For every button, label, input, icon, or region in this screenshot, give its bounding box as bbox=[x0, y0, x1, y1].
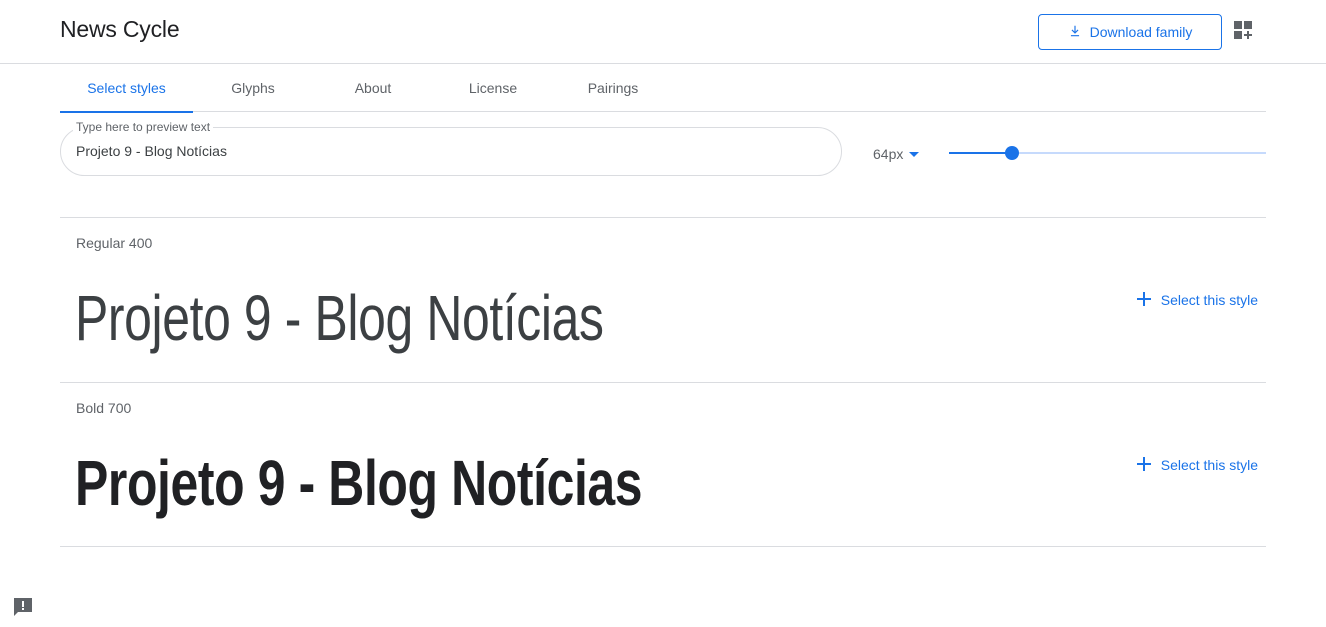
feedback-icon[interactable] bbox=[12, 596, 34, 618]
tab-pairings[interactable]: Pairings bbox=[553, 64, 673, 112]
style-sample-text: Projeto 9 - Blog Notícias bbox=[75, 282, 604, 354]
tab-select-styles[interactable]: Select styles bbox=[60, 64, 193, 113]
preview-text-field: Type here to preview text bbox=[60, 120, 842, 176]
style-row-bold: Bold 700 Projeto 9 - Blog Notícias Selec… bbox=[60, 382, 1266, 547]
style-name: Bold 700 bbox=[76, 400, 132, 416]
font-size-value: 64px bbox=[873, 146, 904, 162]
family-title: News Cycle bbox=[60, 16, 180, 42]
select-style-button[interactable]: Select this style bbox=[1136, 290, 1258, 310]
apps-add-icon[interactable] bbox=[1233, 20, 1255, 42]
style-name: Regular 400 bbox=[76, 235, 153, 251]
slider-thumb[interactable] bbox=[1005, 146, 1019, 160]
dropdown-caret-icon bbox=[909, 151, 920, 157]
font-size-slider[interactable] bbox=[949, 144, 1266, 162]
font-size-select[interactable]: 64px bbox=[873, 144, 920, 164]
download-family-button[interactable]: Download family bbox=[1038, 14, 1222, 50]
style-row-regular: Regular 400 Projeto 9 - Blog Notícias Se… bbox=[60, 217, 1266, 382]
slider-fill bbox=[949, 152, 1012, 154]
plus-icon bbox=[1136, 456, 1151, 474]
select-style-button[interactable]: Select this style bbox=[1136, 455, 1258, 475]
select-style-label: Select this style bbox=[1160, 457, 1258, 473]
top-bar: News Cycle Download family bbox=[0, 0, 1326, 64]
family-tabs: Select styles Glyphs About License Pairi… bbox=[60, 64, 1266, 113]
style-sample-text: Projeto 9 - Blog Notícias bbox=[75, 447, 643, 519]
tab-glyphs[interactable]: Glyphs bbox=[193, 64, 313, 112]
download-icon bbox=[1068, 24, 1082, 41]
tab-about[interactable]: About bbox=[313, 64, 433, 112]
plus-icon bbox=[1136, 291, 1151, 309]
preview-text-label: Type here to preview text bbox=[73, 120, 214, 134]
tab-license[interactable]: License bbox=[433, 64, 553, 112]
preview-text-input[interactable] bbox=[76, 143, 816, 159]
download-family-label: Download family bbox=[1089, 24, 1193, 40]
select-style-label: Select this style bbox=[1160, 292, 1258, 308]
